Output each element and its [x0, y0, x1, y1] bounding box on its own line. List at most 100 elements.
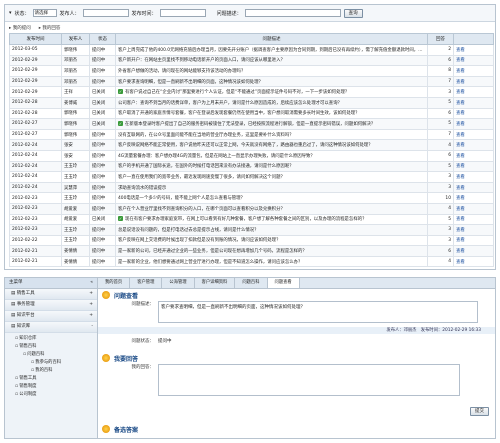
submit-button[interactable]: 提交 [470, 407, 489, 416]
sidebar-group[interactable]: ▤ 知识平台 + [5, 311, 97, 322]
main-tab[interactable]: 问题百科 [235, 278, 268, 288]
sidebar-group[interactable]: ▤ 知识库 - [5, 322, 97, 333]
action-link[interactable]: 查看 [453, 96, 494, 109]
sidebar: 主菜单 « ▤ 销售工具 + ▤ 事务管理 + ▤ 知识平台 + ▤ 知识库 - ▫ 知识仓库… [5, 278, 98, 438]
action-link[interactable]: 查看 [453, 65, 494, 77]
expand-toggle-icon[interactable]: + [89, 311, 93, 321]
main-tab[interactable]: 我的首页 [98, 278, 131, 288]
search-button[interactable]: 查询 [343, 8, 363, 18]
main-tab[interactable]: 公海管理 [162, 278, 195, 288]
table-row: 2012-02-27 郭晓伟 提问中 没有互联网的，在公众号里面问能不能在当地的营业厅… [9, 128, 494, 141]
date-cell: 2012-02-29 [9, 65, 62, 77]
expand-toggle-icon[interactable]: + [89, 300, 93, 310]
question-icon [102, 291, 110, 299]
answers-cell: 3 [427, 181, 454, 194]
action-link[interactable]: 查看 [453, 118, 494, 130]
question-tabs: ▸ 我的提问 ▸ 我的回答 [5, 22, 495, 33]
action-link[interactable]: 查看 [453, 160, 494, 173]
action-link[interactable]: 查看 [453, 149, 494, 162]
table-row: 2012-02-29 邓丽杰 提问中 客户要求查询明细，但是一直刷新不出明细的页面，这… [9, 75, 494, 88]
action-link[interactable]: 查看 [453, 245, 494, 257]
action-link[interactable]: 查看 [453, 255, 494, 268]
tree-item[interactable]: ▫ 销售制度 [5, 383, 97, 391]
action-link[interactable]: 查看 [453, 192, 494, 204]
user-cell: 胡爱爱 [61, 213, 90, 226]
date-cell: 2012-02-29 [9, 54, 62, 67]
col-status-header: 状态 [89, 33, 116, 45]
user-cell: 郭晓伟 [61, 44, 90, 56]
sidebar-group[interactable]: ▤ 销售工具 + [5, 289, 97, 300]
tree-item[interactable]: ▫ 我参与的百科 [5, 359, 97, 367]
status-select[interactable]: 请选择 [32, 9, 57, 17]
action-link[interactable]: 查看 [453, 234, 494, 247]
tab-my-questions[interactable]: ▸ 我的提问 [9, 25, 31, 31]
desc-cell: 400电话是一个多少的号码，能不能上网个人是怎么查看与管理？ [115, 192, 428, 204]
expand-toggle-icon[interactable]: - [91, 322, 93, 332]
action-link[interactable]: 查看 [453, 54, 494, 67]
sidebar-group-label: 知识平台 [16, 313, 35, 318]
sender-input[interactable] [82, 9, 129, 17]
answers-cell: 3 [427, 224, 454, 236]
date-cell: 2012-02-28 [9, 96, 62, 109]
action-link[interactable]: 查看 [453, 171, 494, 183]
date-cell: 2012-02-21 [9, 245, 62, 257]
answers-cell: 7 [427, 128, 454, 141]
status-cell: 提问中 [89, 192, 116, 204]
tree-item[interactable]: ▫ 知识仓库 [5, 335, 97, 343]
main-tab[interactable]: 客户管理 [130, 278, 163, 288]
user-cell: 王玉玲 [61, 192, 90, 204]
date-cell: 2012-02-24 [9, 149, 62, 162]
action-link[interactable]: 查看 [453, 213, 494, 226]
tree-item[interactable]: ▫ 销售工具 [5, 375, 97, 383]
action-link[interactable]: 查看 [453, 107, 494, 120]
user-cell: 吴慧萍 [61, 181, 90, 194]
action-link[interactable]: 查看 [453, 224, 494, 236]
table-row: 2012-02-24 王玉玲 提问中 客户一直在使用我们的宽带业务，最近发现网速变慢了… [9, 171, 494, 183]
table-row: 2012-02-21 姜倩倩 提问中 是一家新的企业，他们想要通过网上营业厅进行办理，… [9, 255, 494, 268]
action-link[interactable]: 查看 [453, 86, 494, 98]
action-link[interactable]: 查看 [453, 139, 494, 151]
action-link[interactable]: 查看 [453, 75, 494, 88]
date-cell: 2012-02-24 [9, 181, 62, 194]
desc-cell: 客户的手机开通了国际长途，在国外的时候打电话回来没有办法接通，请问是什么原因呢？ [115, 160, 428, 173]
tree-item[interactable]: ▫ 我的百科 [5, 367, 97, 375]
desc-cell: 没有互联网的，在公众号里面问能不能在当地的营业厅办理业务，这里是要补什么资料吗？ [115, 128, 428, 141]
user-cell: 姜博威 [61, 96, 90, 109]
date-cell: 2012-02-28 [9, 107, 62, 120]
tree-item[interactable]: ▫ 销售百科 [5, 343, 97, 351]
table-row: 2012-02-24 吴慧萍 提问中 求助查询流水的错误提示 3 查看 [9, 181, 494, 194]
main-tab[interactable]: 客户详细资料 [195, 278, 236, 288]
sidebar-group[interactable]: ▤ 事务管理 + [5, 300, 97, 311]
status-cell: 提问中 [89, 181, 116, 194]
tree-item[interactable]: ▫ 公司制度 [5, 391, 97, 399]
user-cell: 王祥 [61, 86, 90, 98]
desc-cell: 外省客户想做的活动，请问现在的网站能够支持该活动的办理吗？ [115, 65, 428, 77]
collapse-icon[interactable]: « [90, 278, 93, 288]
user-cell: 邓丽杰 [61, 65, 90, 77]
main-tab[interactable]: 问题查看 [267, 278, 300, 288]
status-cell: 已关闭 [89, 213, 116, 226]
action-link[interactable]: 查看 [453, 181, 494, 194]
answer-textarea[interactable] [158, 364, 460, 396]
desc-cell: 客户反映说网络不能正常使用，客户说他昨天还可以正常上网，今天就没有网络了，路由器… [115, 139, 428, 151]
status-cell: 提问中 [89, 65, 116, 77]
tab-my-answers[interactable]: ▸ 我的回答 [39, 25, 61, 31]
table-row: 2012-02-29 邓丽杰 提问中 外省客户想做的活动，请问现在的网站能够支持该活动… [9, 65, 494, 77]
desc-cell: 是一家新的企业，他们想要通过网上营业厅进行办理，但是不知道怎么操作，请问应该怎么… [115, 255, 428, 268]
time-input[interactable] [159, 9, 206, 17]
table-row: 2012-02-27 郭晓伟 已关闭 ✓ 在新版本登录时客户提出了自己的服务密码被锁住了… [9, 118, 494, 130]
action-link[interactable]: 查看 [453, 128, 494, 141]
sidebar-header: 主菜单 « [5, 278, 97, 289]
date-cell: 2012-02-23 [9, 224, 62, 236]
answers-cell: 5 [427, 160, 454, 173]
answers-cell: 5 [427, 213, 454, 226]
dropdown-arrow-icon[interactable]: ▾ [9, 10, 12, 16]
action-link[interactable]: 查看 [453, 202, 494, 215]
status-cell: 提问中 [89, 202, 116, 215]
action-link[interactable]: 查看 [453, 44, 494, 56]
date-cell: 2012-02-23 [9, 192, 62, 204]
sidebar-group-label: 事务管理 [16, 302, 35, 307]
tree-item[interactable]: ▫ 问题百科 [5, 351, 97, 359]
desc-input[interactable] [244, 9, 341, 17]
expand-toggle-icon[interactable]: + [89, 289, 93, 299]
